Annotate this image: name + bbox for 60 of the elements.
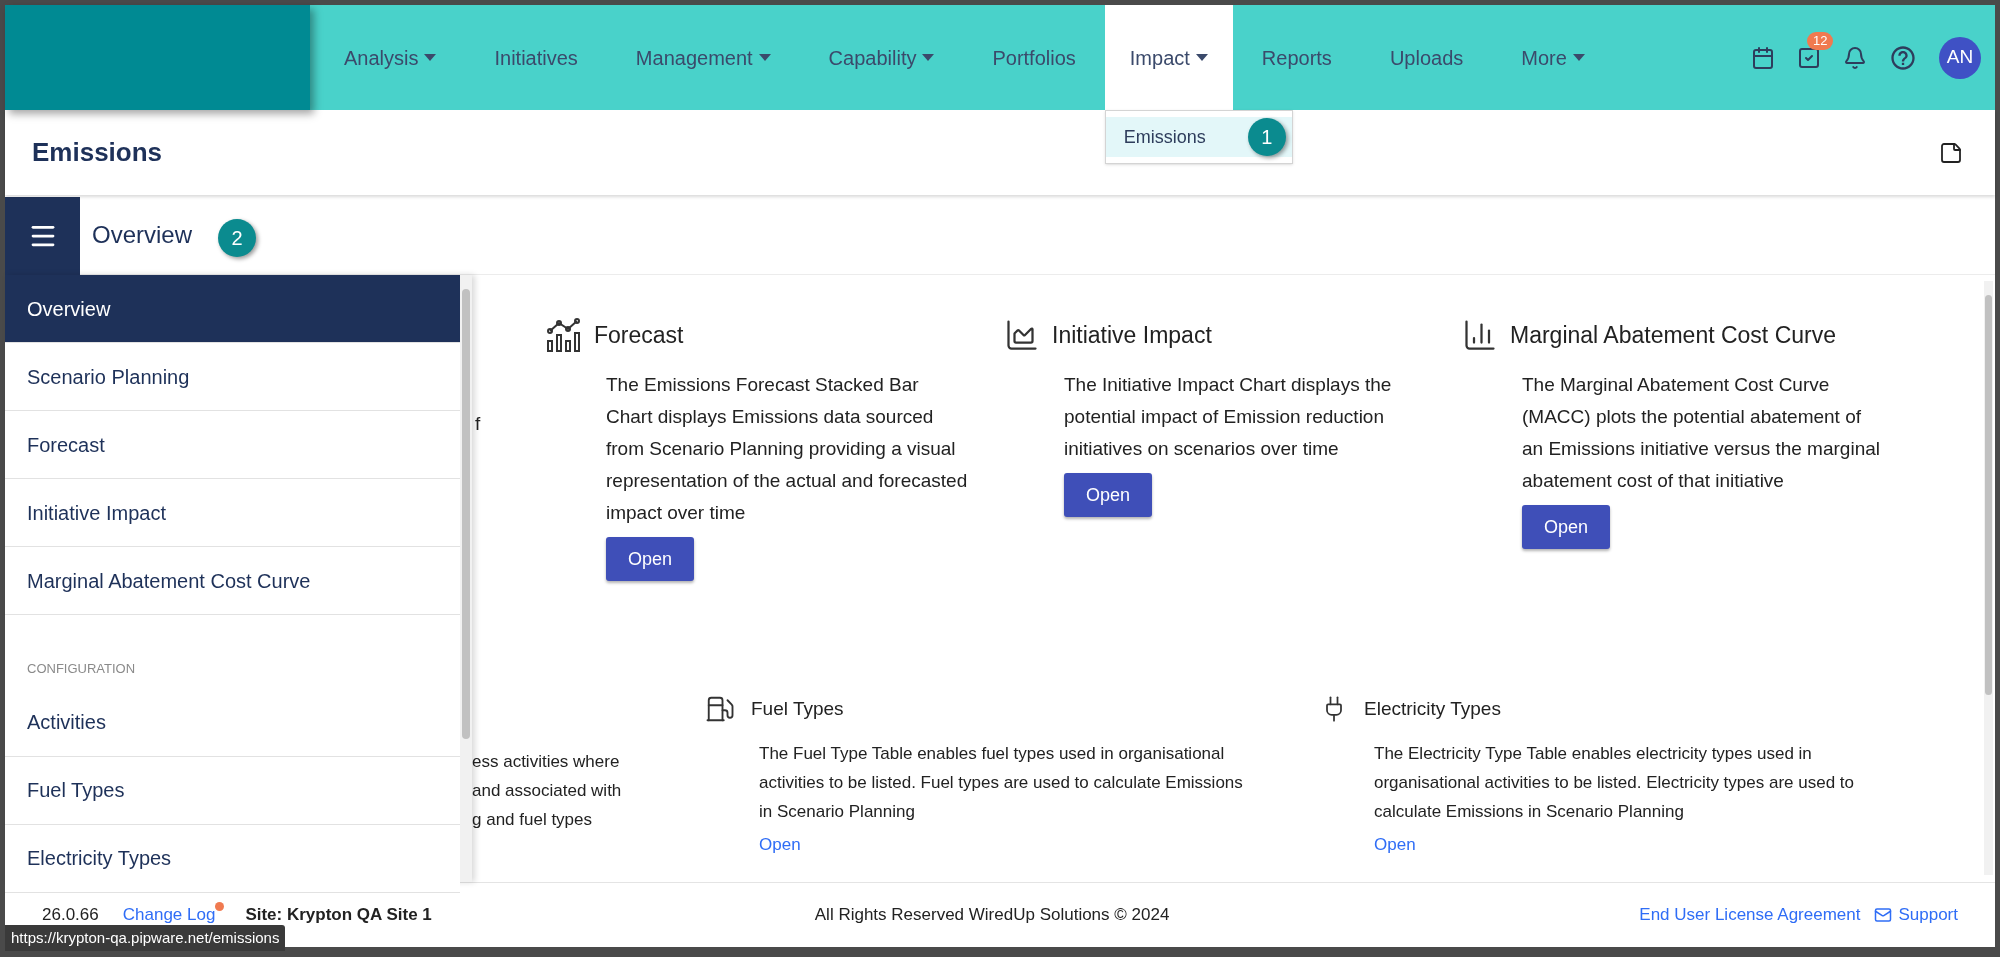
card-title: Marginal Abatement Cost Curve xyxy=(1510,320,1836,350)
change-log-link[interactable]: Change Log xyxy=(122,905,216,925)
nav-menu-item[interactable]: Uploads xyxy=(1360,5,1493,110)
page-title: Emissions xyxy=(32,136,163,169)
menu-toggle-button[interactable] xyxy=(5,196,80,275)
card-text: ess activities where xyxy=(472,751,621,773)
nav-menu-item[interactable]: Initiatives xyxy=(465,5,607,110)
card-description: The Fuel Type Table enables fuel types used in organisational activities to be listed. Fuel types are used to calculate Emissions in Scenario Planning xyxy=(759,743,1244,823)
chart-icon xyxy=(546,317,582,353)
card-title: Initiative Impact xyxy=(1052,320,1212,350)
sidebar-item[interactable]: Initiative Impact xyxy=(5,479,460,547)
nav-menu-item[interactable]: Management xyxy=(606,5,800,110)
open-button[interactable]: Open xyxy=(1522,505,1610,549)
card-description: The Electricity Type Table enables electricity types used in organisational activities to be listed. Electricity types are used to calculate Emissions in Scenario Planning xyxy=(1374,743,1856,823)
notification-badge: 12 xyxy=(1807,31,1834,50)
tasks-icon[interactable] xyxy=(1797,45,1821,70)
sidebar-item[interactable]: Scenario Planning xyxy=(5,343,460,411)
open-link[interactable]: Open xyxy=(1374,832,1416,858)
bar-chart-icon xyxy=(1462,317,1498,353)
nav-menu-item[interactable]: Impact xyxy=(1104,5,1233,110)
card-title: Electricity Types xyxy=(1364,696,1501,721)
sidebar-item[interactable]: Forecast xyxy=(5,411,460,479)
version-text: 26.0.66 xyxy=(42,904,99,927)
card-text: f xyxy=(475,412,481,436)
nav-menu-item[interactable]: More xyxy=(1492,5,1614,110)
sidebar-item[interactable]: Electricity Types xyxy=(5,824,460,893)
sidebar-item[interactable]: Marginal Abatement Cost Curve xyxy=(5,547,460,615)
card-text: and associated with xyxy=(472,780,623,802)
section-title: Overview xyxy=(92,219,193,250)
calendar-icon[interactable] xyxy=(1751,45,1775,70)
notifications-icon[interactable] xyxy=(1843,45,1867,70)
nav-menu-item[interactable]: Analysis xyxy=(315,5,466,110)
user-avatar[interactable]: AN xyxy=(1939,36,1981,79)
card-description: The Marginal Abatement Cost Curve (MACC) plots the potential abatement of an Emissions initiative versus the marginal abatement cost of that initiative xyxy=(1522,373,1881,493)
card-title: Forecast xyxy=(594,320,684,350)
sidebar-item[interactable]: Fuel Types xyxy=(5,756,460,825)
card-title: Fuel Types xyxy=(751,696,844,721)
sidebar-item[interactable]: Activities xyxy=(5,688,460,757)
help-icon[interactable] xyxy=(1889,43,1917,72)
sidebar-item[interactable]: Overview xyxy=(5,275,460,343)
card-description: The Emissions Forecast Stacked Bar Chart displays Emissions data sourced from Scenario Planning providing a visual representation of the actual and forecasted impact over time xyxy=(606,373,968,525)
nav-menu-item[interactable]: Reports xyxy=(1232,5,1361,110)
note-icon[interactable] xyxy=(1939,140,1963,165)
license-link[interactable]: End User License Agreement xyxy=(1639,902,1861,928)
open-link[interactable]: Open xyxy=(759,832,801,858)
callout-badge: 2 xyxy=(218,218,257,257)
nav-menu-item[interactable]: Capability xyxy=(799,5,964,110)
open-button[interactable]: Open xyxy=(606,537,694,581)
card-description: The Initiative Impact Chart displays the potential impact of Emission reduction initiatives on scenarios over time xyxy=(1064,373,1393,461)
area-chart-icon xyxy=(1004,317,1040,353)
sidebar-section-label: CONFIGURATION xyxy=(26,660,137,678)
card-text: g and fuel types xyxy=(472,809,594,831)
site-text: Site: Krypton QA Site 1 xyxy=(245,904,432,927)
support-link[interactable]: Support xyxy=(1874,902,1958,928)
status-url-tooltip: https://krypton-qa.pipware.net/emissions xyxy=(5,924,286,951)
nav-menu-item[interactable]: Portfolios xyxy=(963,5,1105,110)
mail-icon xyxy=(1874,906,1893,924)
fuel-pump-icon xyxy=(705,694,735,724)
open-button[interactable]: Open xyxy=(1064,473,1152,517)
copyright-text: All Rights Reserved WiredUp Solutions © 2024 xyxy=(814,904,1170,927)
